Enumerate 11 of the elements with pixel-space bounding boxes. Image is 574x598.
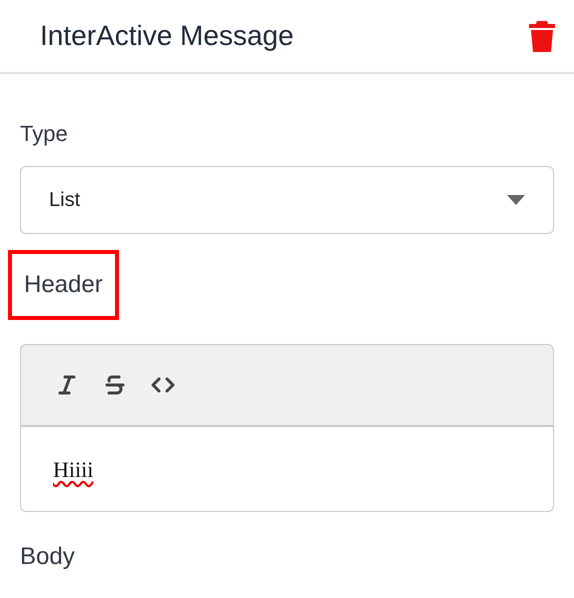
strikethrough-button[interactable] bbox=[103, 373, 127, 397]
field-label: Body bbox=[20, 542, 76, 572]
field-label: Header bbox=[8, 250, 119, 320]
strikethrough-icon bbox=[103, 373, 127, 397]
trash-icon bbox=[528, 19, 556, 53]
header-input[interactable]: Hiiii bbox=[20, 426, 554, 512]
delete-button[interactable] bbox=[528, 19, 556, 53]
panel-title: InterActive Message bbox=[40, 19, 294, 53]
caret-icon bbox=[507, 195, 525, 205]
type-select[interactable]: List bbox=[20, 166, 554, 234]
field-label: Type bbox=[20, 120, 69, 148]
